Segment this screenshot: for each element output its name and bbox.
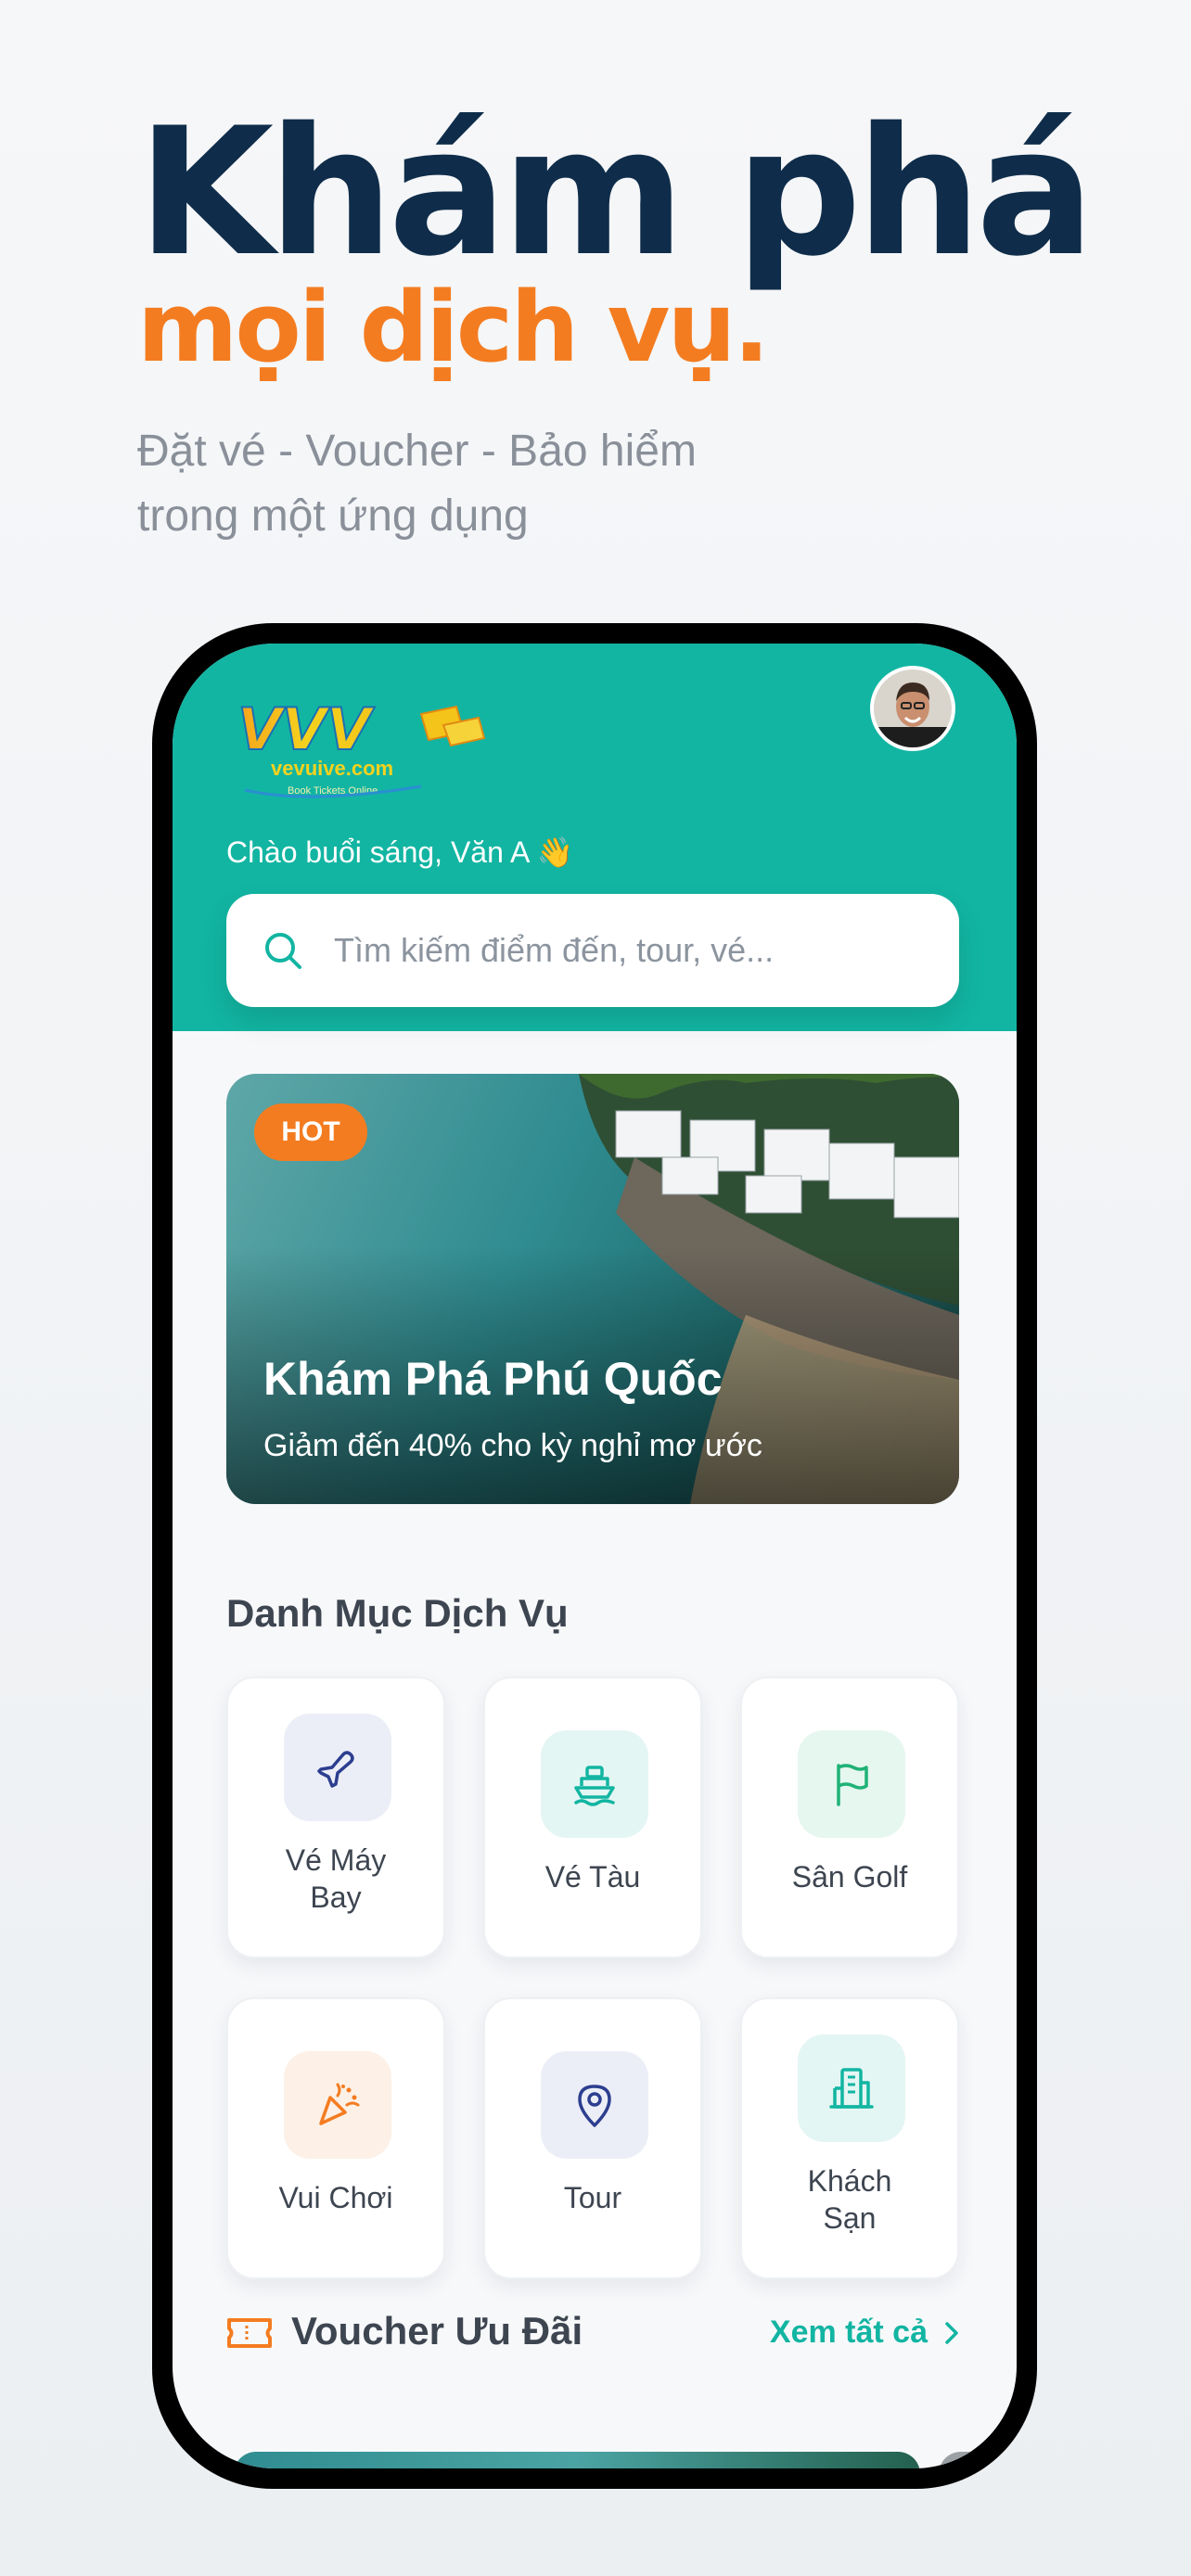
logo-letters: VVV xyxy=(237,697,376,763)
party-popper-icon xyxy=(319,2083,360,2125)
category-tile xyxy=(284,2051,391,2159)
hero-description-line-1: Đặt vé - Voucher - Bảo hiểm xyxy=(137,427,697,476)
category-hotel[interactable]: Khách Sạn xyxy=(740,1997,959,2279)
hero-description: Đặt vé - Voucher - Bảo hiểm trong một ứn… xyxy=(137,419,697,549)
categories-title: Danh Mục Dịch Vụ xyxy=(226,1591,569,1635)
category-label: Vui Chơi xyxy=(278,2181,393,2214)
brand-logo[interactable]: VVV vevuive.com Book Tickets Online xyxy=(236,697,486,809)
hero-subtitle: mọi dịch vụ. xyxy=(137,271,770,384)
category-entertainment[interactable]: Vui Chơi xyxy=(226,1997,445,2279)
category-label: Vé Máy xyxy=(285,1843,387,1877)
see-all-label: Xem tất cả xyxy=(769,2315,928,2350)
hero-title: Khám phá xyxy=(137,90,1095,295)
category-label: Khách xyxy=(807,2164,892,2198)
chevron-right-icon xyxy=(945,2321,958,2344)
search-input[interactable] xyxy=(332,930,929,971)
avatar-icon xyxy=(874,670,952,747)
category-tile xyxy=(541,2051,648,2159)
voucher-title: Voucher Ưu Đãi xyxy=(291,2309,583,2353)
category-tile xyxy=(798,1730,905,1838)
app-screen: VVV vevuive.com Book Tickets Online Chào… xyxy=(173,644,1017,2468)
banner-subtitle: Giảm đến 40% cho kỳ nghỉ mơ ước xyxy=(263,1428,762,1463)
voucher-section-header: Voucher Ưu Đãi Xem tất cả xyxy=(226,2305,959,2361)
promo-banner[interactable]: HOT Khám Phá Phú Quốc Giảm đến 40% cho k… xyxy=(226,1074,959,1504)
voucher-card[interactable] xyxy=(234,2452,920,2468)
map-pin-icon xyxy=(578,2085,611,2127)
building-icon xyxy=(829,2068,874,2109)
category-label: Tour xyxy=(563,2181,622,2214)
category-tile xyxy=(798,2034,905,2142)
category-label: Sân Golf xyxy=(791,1860,908,1894)
hot-badge: HOT xyxy=(254,1103,367,1161)
ship-icon xyxy=(574,1766,615,1806)
logo-brand: vevuive.com xyxy=(271,757,393,780)
category-tour[interactable]: Tour xyxy=(483,1997,702,2279)
category-flight[interactable]: Vé Máy Bay xyxy=(226,1677,445,1958)
phone-frame: VVV vevuive.com Book Tickets Online Chào… xyxy=(152,623,1037,2489)
ticket-icon xyxy=(227,2318,272,2348)
greeting-text: Chào buổi sáng, Văn A 👋 xyxy=(226,835,574,869)
app-header: VVV vevuive.com Book Tickets Online Chào… xyxy=(173,644,1017,1031)
category-tile xyxy=(284,1714,391,1821)
airplane-icon xyxy=(317,1751,354,1788)
voucher-card[interactable] xyxy=(939,2452,1017,2468)
user-avatar[interactable] xyxy=(870,666,955,751)
category-golf[interactable]: Sân Golf xyxy=(740,1677,959,1958)
category-tile xyxy=(541,1730,648,1838)
category-label: Sạn xyxy=(823,2201,877,2235)
flag-icon xyxy=(837,1764,868,1806)
banner-title: Khám Phá Phú Quốc xyxy=(263,1353,723,1405)
hero-description-line-2: trong một ứng dụng xyxy=(137,491,529,541)
category-label: Vé Tàu xyxy=(544,1860,641,1894)
category-label: Bay xyxy=(310,1881,362,1914)
category-ship[interactable]: Vé Tàu xyxy=(483,1677,702,1958)
see-all-link[interactable]: Xem tất cả xyxy=(770,2315,959,2351)
search-bar[interactable] xyxy=(226,894,959,1007)
search-icon xyxy=(265,933,301,969)
